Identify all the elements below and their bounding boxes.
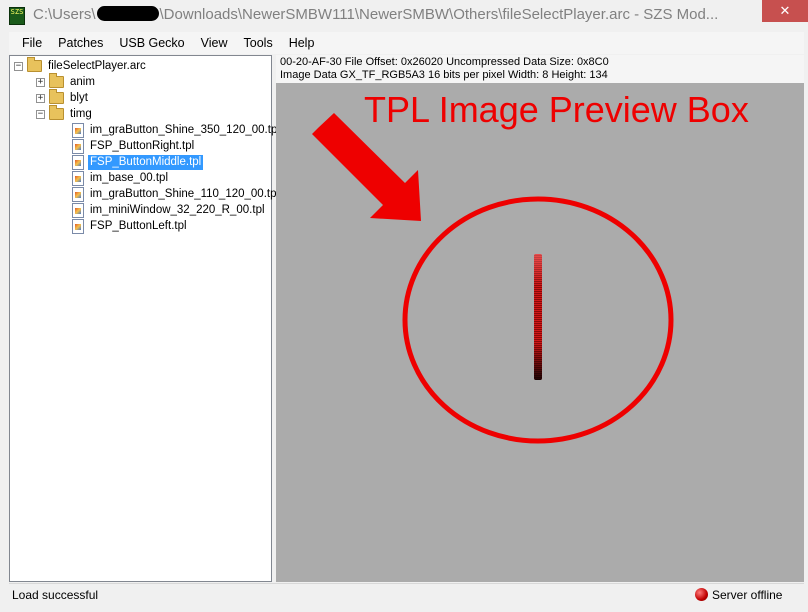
tree-file-selected[interactable]: FSP_ButtonMiddle.tpl [72,153,205,171]
close-button[interactable]: ✕ [762,0,808,22]
folder-icon [49,105,64,120]
menu-file[interactable]: File [15,32,49,54]
tree-file[interactable]: FSP_ButtonRight.tpl [72,138,196,154]
server-status-text: Server offline [712,588,783,602]
title-suffix: \Downloads\NewerSMBW111\NewerSMBW\Others… [159,6,719,23]
tpl-preview-box: TPL Image Preview Box [276,83,804,582]
tree-file[interactable]: im_graButton_Shine_350_120_00.tpl [72,122,282,138]
tpl-file-icon [72,154,84,170]
tree-folder-timg[interactable]: − timg [36,105,94,122]
tpl-file-icon [72,202,84,218]
menu-tools[interactable]: Tools [237,32,280,54]
tpl-file-icon [72,186,84,202]
menu-view[interactable]: View [194,32,235,54]
image-info-line: Image Data GX_TF_RGB5A3 16 bits per pixe… [280,69,608,81]
tree-folder-blyt[interactable]: + blyt [36,89,90,106]
tree-file[interactable]: im_miniWindow_32_220_R_00.tpl [72,202,267,218]
title-bar: SZS C:\Users\ \Downloads\NewerSMBW111\New… [0,0,808,32]
file-info-line: 00-20-AF-30 File Offset: 0x26020 Uncompr… [280,56,609,68]
file-info-bar: 00-20-AF-30 File Offset: 0x26020 Uncompr… [276,55,804,83]
collapse-icon[interactable]: − [14,61,23,71]
menu-bar: File Patches USB Gecko View Tools Help [9,32,804,54]
expand-icon[interactable]: + [36,93,45,103]
tree-file[interactable]: FSP_ButtonLeft.tpl [72,218,189,234]
tpl-file-icon [72,122,84,138]
tree-file[interactable]: im_base_00.tpl [72,170,170,186]
close-icon: ✕ [779,3,791,18]
file-tree[interactable]: − fileSelectPlayer.arc + anim + blyt − t… [9,55,280,582]
collapse-icon[interactable]: − [36,109,45,119]
menu-patches[interactable]: Patches [51,32,110,54]
server-status-icon [695,588,708,601]
menu-help[interactable]: Help [282,32,322,54]
menu-usb-gecko[interactable]: USB Gecko [112,32,191,54]
redaction-bar [96,6,159,21]
title-prefix: C:\Users\ [33,6,96,23]
tpl-file-icon [72,138,84,154]
app-icon: SZS [9,7,25,25]
tree-file[interactable]: im_graButton_Shine_110_120_00.tpl [72,186,281,202]
tree-folder-anim[interactable]: + anim [36,73,97,90]
tpl-file-icon [72,218,84,234]
annotation-arrow [312,113,421,221]
window-title: C:\Users\ \Downloads\NewerSMBW111\NewerSM… [33,6,718,23]
tpl-file-icon [72,170,84,186]
status-bar: Load successful Server offline [9,583,804,605]
status-message: Load successful [12,588,99,602]
tree-root[interactable]: − fileSelectPlayer.arc [14,57,148,74]
expand-icon[interactable]: + [36,77,45,87]
folder-icon [49,73,64,88]
tpl-image-preview [534,254,542,380]
folder-icon [27,57,42,72]
folder-icon [49,89,64,104]
